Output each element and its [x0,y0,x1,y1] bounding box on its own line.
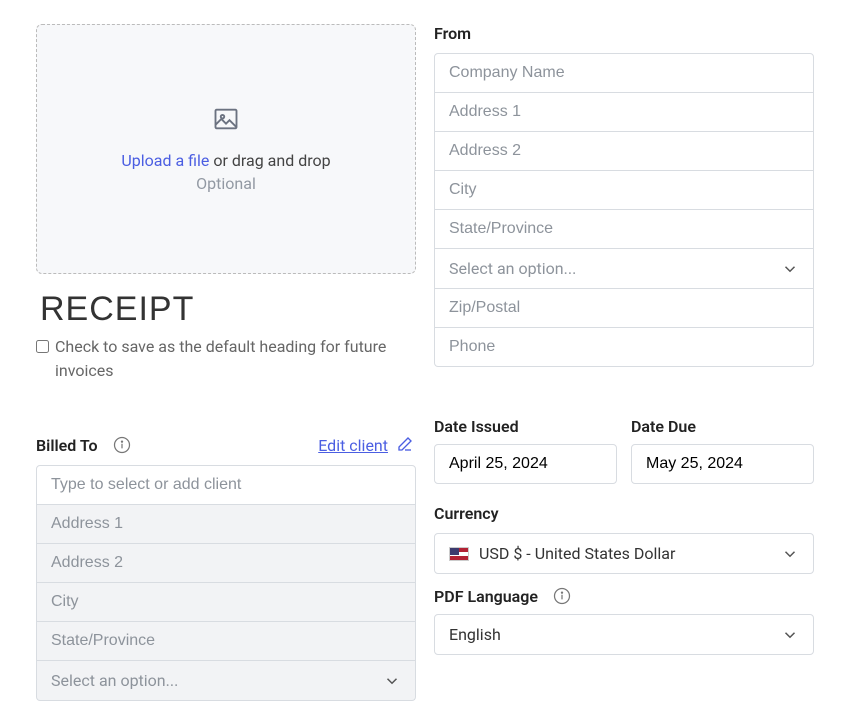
client-select-input[interactable] [36,465,416,505]
pdf-language-select[interactable]: English [434,614,814,655]
edit-client-link[interactable]: Edit client [318,435,416,455]
billed-address2-input[interactable] [36,544,416,583]
from-city-input[interactable] [434,171,814,210]
chevron-down-icon [781,260,799,278]
billed-country-select[interactable]: Select an option... [36,661,416,701]
date-due-label: Date Due [631,417,814,436]
from-fields: Select an option... [434,53,814,367]
billed-to-label: Billed To [36,436,98,455]
pdf-language-label: PDF Language [434,587,538,606]
from-company-input[interactable] [434,53,814,93]
info-icon[interactable] [112,435,132,455]
from-address2-input[interactable] [434,132,814,171]
chevron-down-icon [781,545,799,563]
save-heading-label[interactable]: Check to save as the default heading for… [36,335,416,383]
logo-upload-dropzone[interactable]: Upload a file or drag and drop Optional [36,24,416,274]
date-issued-label: Date Issued [434,417,617,436]
upload-text: Upload a file or drag and drop [121,151,330,170]
billed-address1-input[interactable] [36,505,416,544]
billed-to-fields: Select an option... [36,465,416,701]
image-icon [212,105,240,151]
billed-state-input[interactable] [36,622,416,661]
from-address1-input[interactable] [434,93,814,132]
billed-city-input[interactable] [36,583,416,622]
currency-select[interactable]: USD $ - United States Dollar [434,533,814,574]
upload-optional-text: Optional [196,174,256,193]
save-heading-checkbox[interactable] [36,340,49,353]
flag-us-icon [449,547,469,561]
date-issued-input[interactable] [434,444,617,484]
chevron-down-icon [781,626,799,644]
chevron-down-icon [383,672,401,690]
from-phone-input[interactable] [434,328,814,367]
edit-icon [396,435,416,455]
info-icon[interactable] [552,586,572,606]
from-country-select[interactable]: Select an option... [434,249,814,289]
from-label: From [434,24,814,43]
upload-file-link[interactable]: Upload a file [121,151,209,170]
date-due-input[interactable] [631,444,814,484]
currency-label: Currency [434,504,814,523]
document-heading-input[interactable] [36,288,416,331]
from-state-input[interactable] [434,210,814,249]
from-zip-input[interactable] [434,289,814,328]
